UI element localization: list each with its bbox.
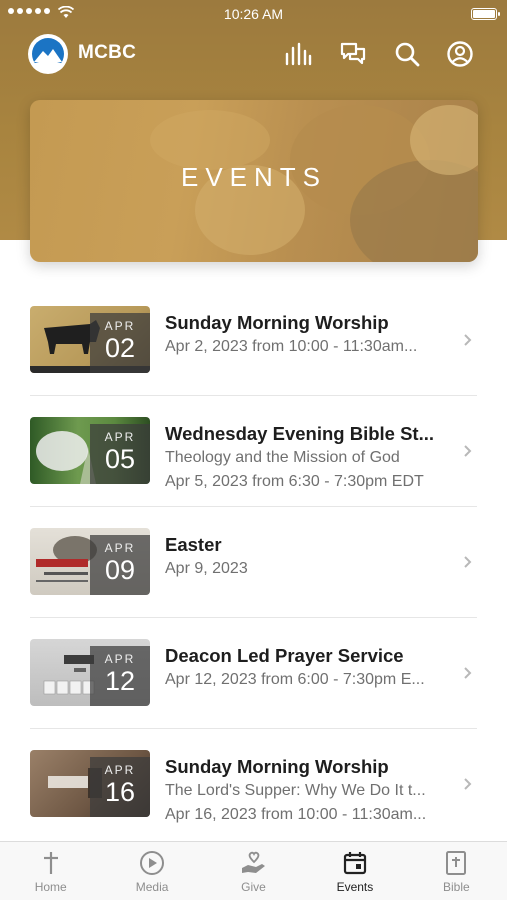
giving-hand-icon: [241, 851, 265, 873]
tab-events[interactable]: Events: [304, 842, 405, 900]
event-title: Deacon Led Prayer Service: [165, 645, 404, 666]
event-title: Sunday Morning Worship: [165, 756, 389, 777]
profile-icon[interactable]: [445, 39, 475, 69]
event-row[interactable]: APR 16 Sunday Morning Worship The Lord's…: [30, 729, 477, 840]
mountain-logo-icon: [32, 38, 64, 70]
event-datetime: Apr 5, 2023 from 6:30 - 7:30pm EDT: [165, 473, 424, 490]
event-row[interactable]: APR 05 Wednesday Evening Bible St... The…: [30, 396, 477, 507]
event-thumbnail: APR 12: [30, 639, 150, 706]
date-day: 12: [104, 666, 136, 696]
battery-icon: [471, 8, 500, 20]
date-badge: APR 02: [90, 313, 150, 373]
cross-icon: [43, 852, 58, 874]
event-row[interactable]: APR 12 Deacon Led Prayer Service Apr 12,…: [30, 618, 477, 729]
event-subtitle: Theology and the Mission of God: [165, 449, 400, 466]
chevron-right-icon: [464, 667, 472, 679]
status-bar: 10:26 AM: [0, 0, 507, 28]
date-badge: APR 05: [90, 424, 150, 484]
tab-label: Home: [34, 880, 67, 894]
event-thumbnail: APR 09: [30, 528, 150, 595]
event-datetime: Apr 16, 2023 from 10:00 - 11:30am...: [165, 806, 427, 823]
hero-title: EVENTS: [180, 162, 328, 192]
date-month: APR: [104, 763, 136, 777]
event-title: Easter: [165, 534, 222, 555]
date-day: 09: [104, 555, 136, 585]
chevron-right-icon: [464, 778, 472, 790]
tab-label: Events: [336, 880, 374, 894]
event-row[interactable]: APR 09 Easter Apr 9, 2023: [30, 507, 477, 618]
event-datetime: Apr 12, 2023 from 6:00 - 7:30pm E...: [165, 671, 425, 688]
tab-label: Media: [135, 880, 169, 894]
date-month: APR: [104, 430, 136, 444]
church-logo[interactable]: [28, 34, 68, 74]
tab-label: Bible: [442, 880, 470, 894]
events-list: APR 02 Sunday Morning Worship Apr 2, 202…: [30, 285, 477, 840]
event-thumbnail: APR 16: [30, 750, 150, 817]
chat-bubbles-icon[interactable]: [338, 39, 368, 69]
date-month: APR: [104, 652, 136, 666]
app-title: MCBC: [78, 42, 137, 63]
date-month: APR: [104, 541, 136, 555]
tab-give[interactable]: Give: [203, 842, 304, 900]
audio-bars-icon[interactable]: [283, 39, 313, 69]
tab-media[interactable]: Media: [101, 842, 202, 900]
event-row[interactable]: APR 02 Sunday Morning Worship Apr 2, 202…: [30, 285, 477, 396]
event-thumbnail: APR 02: [30, 306, 150, 373]
event-subtitle: The Lord's Supper: Why We Do It t...: [165, 782, 426, 799]
search-icon[interactable]: [392, 39, 422, 69]
tab-label: Give: [241, 880, 266, 894]
events-hero-banner: EVENTS: [30, 100, 478, 262]
app-bar: MCBC: [0, 32, 507, 76]
tab-bible[interactable]: Bible: [406, 842, 507, 900]
bible-icon: [446, 851, 467, 875]
date-badge: APR 16: [90, 757, 150, 817]
date-day: 16: [104, 777, 136, 807]
calendar-icon: [343, 852, 367, 875]
chevron-right-icon: [464, 334, 472, 346]
chevron-right-icon: [464, 445, 472, 457]
event-thumbnail: APR 05: [30, 417, 150, 484]
event-datetime: Apr 9, 2023: [165, 560, 248, 577]
bottom-tab-bar: Home Media Give Events Bible: [0, 841, 507, 900]
tab-home[interactable]: Home: [0, 842, 101, 900]
date-badge: APR 09: [90, 535, 150, 595]
event-title: Wednesday Evening Bible St...: [165, 423, 434, 444]
date-day: 05: [104, 444, 136, 474]
date-badge: APR 12: [90, 646, 150, 706]
chevron-right-icon: [464, 556, 472, 568]
play-icon: [140, 851, 165, 875]
event-title: Sunday Morning Worship: [165, 312, 389, 333]
status-time: 10:26 AM: [223, 6, 284, 22]
event-datetime: Apr 2, 2023 from 10:00 - 11:30am...: [165, 338, 418, 355]
date-month: APR: [104, 319, 136, 333]
date-day: 02: [104, 333, 136, 363]
